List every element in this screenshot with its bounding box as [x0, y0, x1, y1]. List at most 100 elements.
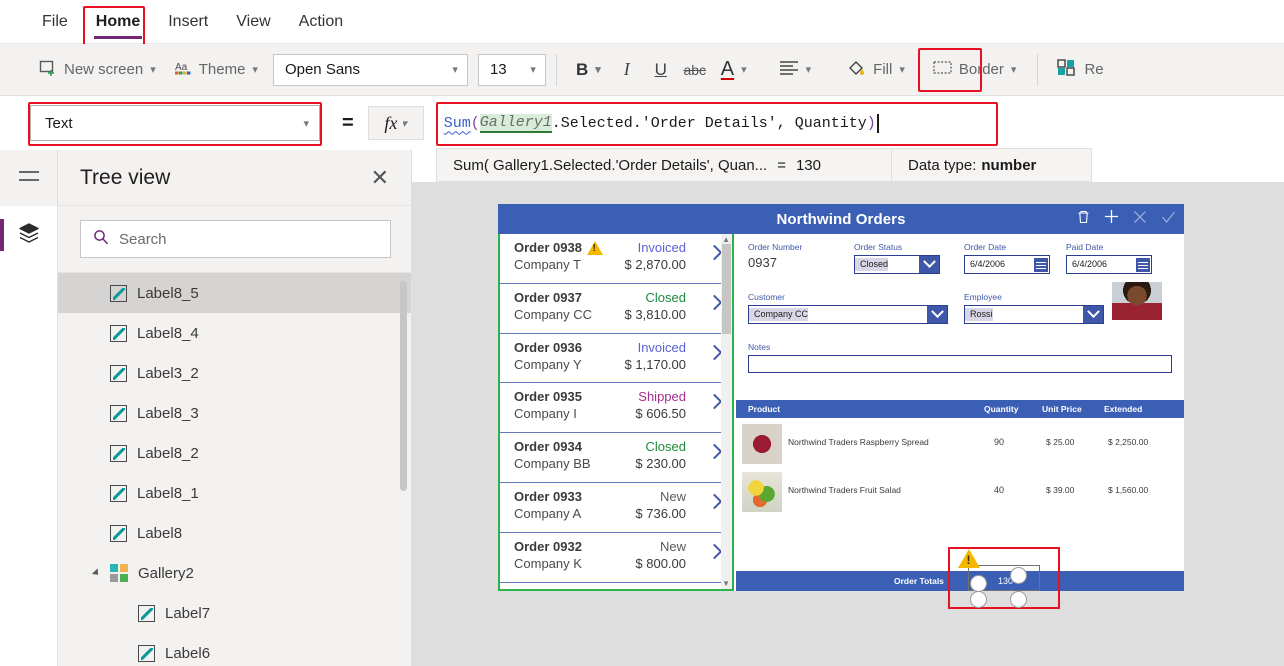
font-size-select[interactable]: 13 ▾	[477, 53, 546, 86]
gallery-row[interactable]: Order 0932 New Company K $ 800.00	[500, 533, 732, 583]
order-number: Order 0935	[514, 389, 582, 405]
tree-scrollbar[interactable]	[400, 281, 407, 491]
tree-item-label8[interactable]: Label8	[58, 513, 411, 553]
data-type-bar: Data type: number	[892, 148, 1092, 182]
new-screen-button[interactable]: New screen ▾	[30, 54, 165, 86]
tree-item-label8_4[interactable]: Label8_4	[58, 313, 411, 353]
product-image	[742, 424, 782, 464]
order-status-dropdown[interactable]: Closed	[854, 255, 940, 274]
tree-item-label: Label8_3	[137, 404, 199, 422]
close-icon[interactable]: ✕	[371, 165, 389, 191]
tree-item-label3_2[interactable]: Label3_2	[58, 353, 411, 393]
tree-item-label8_1[interactable]: Label8_1	[58, 473, 411, 513]
trash-icon[interactable]	[1077, 210, 1090, 229]
chevron-down-icon: ▾	[401, 117, 407, 130]
notes-input[interactable]	[748, 355, 1172, 373]
check-icon[interactable]	[1161, 210, 1176, 229]
column-header-unit-price: Unit Price	[1042, 404, 1082, 414]
scroll-down-icon[interactable]: ▼	[722, 579, 730, 588]
order-date-input[interactable]: 6/4/2006	[964, 255, 1050, 274]
resize-handle-bottom-right[interactable]	[1010, 591, 1027, 608]
order-number: Order 0934	[514, 439, 582, 455]
italic-button[interactable]: I	[610, 54, 644, 86]
chevron-down-icon[interactable]	[1083, 306, 1103, 323]
gallery-row[interactable]: Order 0938 Invoiced Company T $ 2,870.00	[500, 234, 732, 284]
paid-date-input[interactable]: 6/4/2006	[1066, 255, 1152, 274]
expand-collapse-icon[interactable]	[91, 568, 102, 578]
gallery-row[interactable]: Order 0936 Invoiced Company Y $ 1,170.00	[500, 334, 732, 384]
reorder-icon	[1057, 58, 1077, 81]
menu-item-file[interactable]: File	[28, 9, 82, 35]
theme-button[interactable]: Aa Theme ▾	[165, 54, 267, 86]
gallery-row[interactable]: Order 0937 Closed Company CC $ 3,810.00	[500, 284, 732, 334]
employee-avatar	[1112, 282, 1162, 320]
font-color-button[interactable]: A ▾	[712, 53, 756, 86]
product-row[interactable]: Northwind Traders Raspberry Spread 90 $ …	[736, 420, 1184, 468]
menu-item-home[interactable]: Home	[82, 9, 154, 39]
menu-item-action[interactable]: Action	[285, 9, 357, 35]
resize-handle-bottom-left[interactable]	[970, 591, 987, 608]
property-select[interactable]: Text ▾	[30, 105, 320, 141]
resize-handle-left[interactable]	[970, 575, 987, 592]
gallery-scrollbar[interactable]: ▲ ▼	[721, 234, 732, 589]
tree-view-panel: Tree view ✕ Search Label8_5 Label8_4 Lab…	[58, 150, 412, 666]
chevron-down-icon[interactable]	[919, 256, 939, 273]
fx-button[interactable]: fx ▾	[367, 106, 424, 140]
product-row[interactable]: Northwind Traders Fruit Salad 40 $ 39.00…	[736, 468, 1184, 516]
gallery-row[interactable]: Order 0933 New Company A $ 736.00	[500, 483, 732, 533]
border-button[interactable]: Border ▾	[924, 55, 1026, 84]
chevron-down-icon: ▾	[252, 64, 258, 76]
rail-item-tree-view[interactable]	[0, 206, 57, 264]
resize-handle-top-right[interactable]	[1010, 567, 1027, 584]
strikethrough-button[interactable]: abc	[678, 54, 712, 86]
data-type-value: number	[981, 156, 1037, 174]
orders-gallery[interactable]: Order 0938 Invoiced Company T $ 2,870.00 O…	[498, 234, 734, 591]
tree-item-label8_5[interactable]: Label8_5	[58, 273, 411, 313]
column-header-product: Product	[748, 404, 781, 414]
calendar-icon[interactable]	[1034, 258, 1048, 272]
search-input[interactable]: Search	[80, 220, 391, 258]
bold-button[interactable]: B ▾	[567, 55, 610, 85]
tree-item-list[interactable]: Label8_5 Label8_4 Label3_2 Label8_3 Labe…	[58, 273, 411, 665]
employee-dropdown[interactable]: Rossi	[964, 305, 1104, 324]
hamburger-button[interactable]	[0, 150, 57, 206]
font-color-label: A	[720, 58, 735, 80]
tree-item-label7[interactable]: Label7	[58, 593, 411, 633]
warning-icon[interactable]	[958, 549, 980, 568]
selected-control-adorner[interactable]	[948, 547, 1060, 609]
active-tab-underline	[93, 35, 143, 39]
gallery-icon	[110, 564, 128, 582]
chevron-down-icon[interactable]	[927, 306, 947, 323]
order-number-value: 0937	[748, 255, 777, 270]
formula-token-function: Sum	[443, 114, 471, 132]
calendar-icon[interactable]	[1136, 258, 1150, 272]
gallery-row[interactable]: Order 0935 Shipped Company I $ 606.50	[500, 383, 732, 434]
cancel-icon[interactable]	[1133, 210, 1147, 229]
customer-dropdown[interactable]: Company CC	[748, 305, 948, 324]
tree-item-label8_2[interactable]: Label8_2	[58, 433, 411, 473]
add-icon[interactable]	[1104, 209, 1119, 229]
scroll-up-icon[interactable]: ▲	[722, 235, 730, 244]
reorder-button[interactable]: Re	[1048, 54, 1112, 86]
align-button[interactable]: ▾	[770, 55, 821, 85]
label-icon	[110, 404, 127, 422]
tree-item-label: Label8_2	[137, 444, 199, 462]
font-family-select[interactable]: Open Sans ▾	[272, 53, 468, 86]
tree-item-gallery2[interactable]: Gallery2	[58, 553, 411, 593]
fill-button[interactable]: Fill ▾	[838, 53, 914, 86]
company-name: Company CC	[514, 306, 593, 322]
tree-item-label8_3[interactable]: Label8_3	[58, 393, 411, 433]
menu-item-view[interactable]: View	[222, 9, 284, 35]
app-canvas[interactable]: Northwind Orders Order 0938 Invoiced Comp…	[412, 182, 1284, 666]
company-name: Company BB	[514, 456, 591, 472]
gallery-scroll-thumb[interactable]	[722, 244, 731, 334]
tree-item-label: Label8	[137, 524, 183, 542]
underline-button[interactable]: U	[644, 54, 678, 86]
tree-item-label6[interactable]: Label6	[58, 633, 411, 665]
tree-item-label: Label6	[165, 644, 211, 662]
gallery-row[interactable]: Order 0934 Closed Company BB $ 230.00	[500, 433, 732, 483]
chevron-down-icon: ▾	[741, 64, 747, 76]
label-icon	[110, 484, 127, 502]
menu-item-insert[interactable]: Insert	[154, 9, 222, 35]
formula-input[interactable]: Sum( Gallery1 .Selected.'Order Details', …	[435, 105, 996, 141]
